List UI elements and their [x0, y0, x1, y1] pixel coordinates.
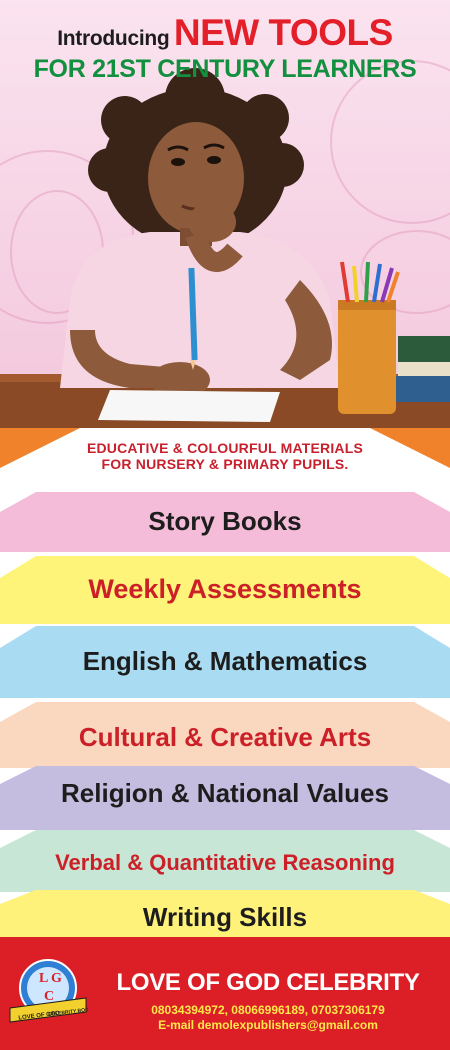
subject-label: Story Books	[148, 506, 302, 536]
pencil-cup	[338, 300, 396, 414]
hero-section: Introducing NEW TOOLS FOR 21ST CENTURY L…	[0, 0, 450, 432]
subject-band-1: Weekly Assessments	[0, 556, 450, 624]
headline-intro: Introducing	[57, 27, 170, 50]
subject-label: Writing Skills	[142, 902, 308, 932]
subject-label: Verbal & Quantitative Reasoning	[55, 850, 395, 875]
book-stack	[398, 336, 450, 362]
subject-band-0: Story Books	[0, 492, 450, 552]
subject-label: English & Mathematics	[82, 646, 368, 676]
subject-band-3: Cultural & Creative Arts	[0, 702, 450, 768]
flyer: Introducing NEW TOOLS FOR 21ST CENTURY L…	[0, 0, 450, 1050]
headline-block: Introducing NEW TOOLS FOR 21ST CENTURY L…	[0, 14, 450, 84]
headline-new-tools: NEW TOOLS	[173, 12, 393, 53]
email-address: E-mail demolexpublishers@gmail.com	[158, 1018, 378, 1032]
lgc-logo: L G C LOVE OF GOD CELEBRITY BOOKS	[9, 959, 88, 1023]
subject-label: Religion & National Values	[61, 778, 389, 808]
logo-letter-g: G	[51, 971, 62, 986]
logo-letter-l: L	[39, 971, 48, 986]
tagline-line-2: FOR NURSERY & PRIMARY PUPILS.	[101, 456, 349, 472]
headline-subtitle: FOR 21ST CENTURY LEARNERS	[33, 55, 417, 83]
brand-name: LOVE OF GOD CELEBRITY	[116, 969, 420, 996]
subject-band-4: Religion & National Values	[0, 766, 450, 830]
paper-sheet	[98, 390, 280, 422]
logo-letter-c: C	[44, 989, 54, 1004]
subject-band-6: Writing Skills	[0, 890, 450, 940]
tagline-line-1: EDUCATIVE & COLOURFUL MATERIALS	[86, 440, 364, 456]
tagline: EDUCATIVE & COLOURFUL MATERIALS FOR NURS…	[0, 440, 450, 472]
subject-label: Cultural & Creative Arts	[78, 722, 372, 752]
subject-label: Weekly Assessments	[88, 574, 362, 604]
subject-band-2: English & Mathematics	[0, 626, 450, 698]
subject-band-5: Verbal & Quantitative Reasoning	[0, 830, 450, 892]
phone-numbers: 08034394972, 08066996189, 07037306179	[151, 1003, 385, 1017]
